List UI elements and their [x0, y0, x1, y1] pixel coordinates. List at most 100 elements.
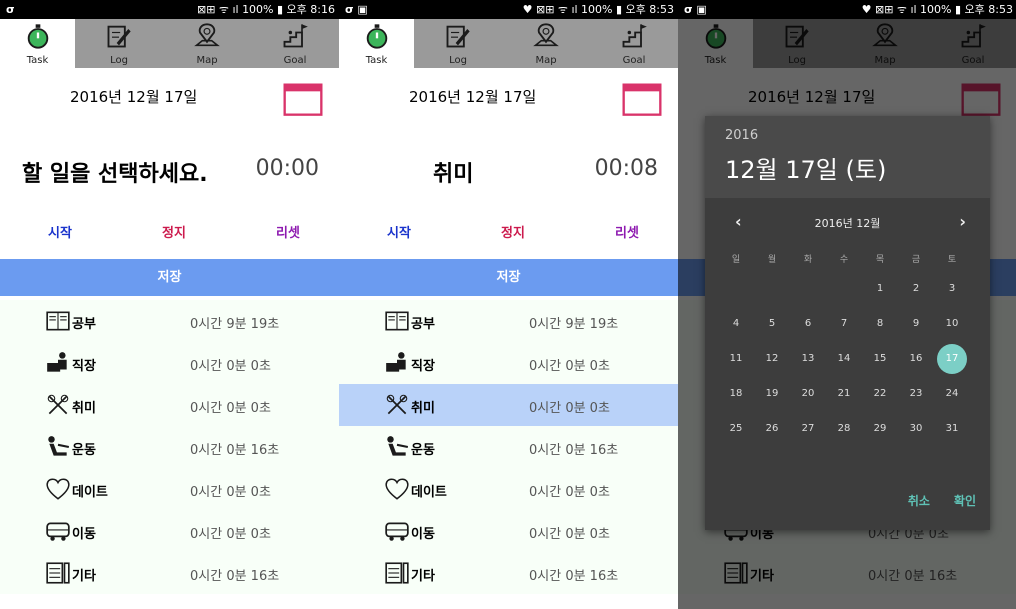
control-row: 시작 정지 리셋	[0, 222, 339, 252]
tab-label: Log	[449, 55, 467, 66]
category-name: 기타	[72, 569, 96, 584]
category-list: 공부 0시간 9분 19초 직장 0시간 0분 0초 취미 0시간 0분 0초 운동 0시간 …	[0, 300, 339, 594]
category-name: 이동	[72, 527, 96, 542]
category-list: 공부 0시간 9분 19초 직장 0시간 0분 0초 취미 0시간 0분 0초 운동 0시간 …	[339, 300, 678, 594]
dialog-selected-date: 12월 17일 (토)	[725, 156, 887, 184]
category-row-5[interactable]: 데이트 0시간 0분 0초	[0, 468, 339, 510]
calendar-day[interactable]: 5	[757, 309, 787, 339]
calendar-day[interactable]: 20	[793, 379, 823, 409]
tab-map[interactable]: Map	[163, 19, 251, 68]
category-row-4[interactable]: 운동 0시간 0분 16초	[339, 426, 678, 468]
stop-button[interactable]: 정지	[162, 222, 186, 241]
heart-icon	[45, 476, 71, 506]
calendar-icon[interactable]	[616, 78, 668, 122]
tab-log[interactable]: Log	[75, 19, 163, 68]
tools-hobby-icon	[45, 392, 71, 422]
month-navigation: 2016년 12월 ‹ ›	[705, 212, 990, 236]
category-row-5[interactable]: 데이트 0시간 0분 0초	[339, 468, 678, 510]
category-row-2[interactable]: 직장 0시간 0분 0초	[339, 342, 678, 384]
calendar-day[interactable]: 4	[721, 309, 751, 339]
reset-button[interactable]: 리셋	[276, 222, 300, 241]
tab-goal[interactable]: Goal	[251, 19, 339, 68]
phone-screen-2: σ ▣ ♥ ⊠⊞ ᯤ ıl 100% ▮ 오후 8:53 Task Log Map Goa…	[339, 0, 678, 609]
dialog-header: 2016 12월 17일 (토)	[705, 116, 990, 198]
stop-button[interactable]: 정지	[501, 222, 525, 241]
calendar-day[interactable]: 17	[937, 344, 967, 374]
task-title: 취미	[433, 162, 474, 187]
calendar-day[interactable]: 3	[937, 274, 967, 304]
weekday-header: 일월화수목금토	[721, 252, 977, 268]
calendar-day[interactable]: 12	[757, 344, 787, 374]
category-row-6[interactable]: 이동 0시간 0분 0초	[339, 510, 678, 552]
dialog-year[interactable]: 2016	[725, 128, 758, 143]
selected-date[interactable]: 2016년 12월 17일	[409, 86, 536, 107]
tab-task[interactable]: Task	[0, 19, 75, 68]
calendar-day[interactable]: 25	[721, 414, 751, 444]
cancel-button[interactable]: 취소	[908, 492, 930, 509]
calendar-day[interactable]: 27	[793, 414, 823, 444]
control-row: 시작 정지 리셋	[339, 222, 678, 252]
calendar-day[interactable]: 22	[865, 379, 895, 409]
calendar-day[interactable]: 2	[901, 274, 931, 304]
category-row-3[interactable]: 취미 0시간 0분 0초	[0, 384, 339, 426]
calendar-day[interactable]: 13	[793, 344, 823, 374]
category-row-7[interactable]: 기타 0시간 0분 16초	[0, 552, 339, 594]
calendar-day[interactable]: 8	[865, 309, 895, 339]
calendar-day[interactable]: 10	[937, 309, 967, 339]
prev-month-button[interactable]: ‹	[735, 212, 742, 231]
calendar-day[interactable]: 29	[865, 414, 895, 444]
category-row-1[interactable]: 공부 0시간 9분 19초	[0, 300, 339, 342]
category-time: 0시간 0분 16초	[529, 569, 619, 584]
calendar-day[interactable]: 11	[721, 344, 751, 374]
calendar-day[interactable]: 14	[829, 344, 859, 374]
calendar-day[interactable]: 7	[829, 309, 859, 339]
tab-log[interactable]: Log	[414, 19, 502, 68]
calendar-day[interactable]: 6	[793, 309, 823, 339]
category-row-6[interactable]: 이동 0시간 0분 0초	[0, 510, 339, 552]
category-row-3[interactable]: 취미 0시간 0분 0초	[339, 384, 678, 426]
category-row-1[interactable]: 공부 0시간 9분 19초	[339, 300, 678, 342]
stopwatch-icon	[363, 22, 391, 54]
tab-goal[interactable]: Goal	[590, 19, 678, 68]
status-right: ⊠⊞ ᯤ ıl 100% ▮ 오후 8:16	[196, 3, 335, 16]
start-button[interactable]: 시작	[48, 222, 72, 241]
selected-date[interactable]: 2016년 12월 17일	[70, 86, 197, 107]
calendar-day[interactable]: 15	[865, 344, 895, 374]
category-time: 0시간 0분 16초	[190, 443, 280, 458]
category-time: 0시간 9분 19초	[529, 317, 619, 332]
calendar-day[interactable]: 30	[901, 414, 931, 444]
category-row-4[interactable]: 운동 0시간 0분 16초	[0, 426, 339, 468]
category-name: 데이트	[411, 485, 447, 500]
category-row-2[interactable]: 직장 0시간 0분 0초	[0, 342, 339, 384]
calendar-day[interactable]: 28	[829, 414, 859, 444]
category-name: 데이트	[72, 485, 108, 500]
calendar-day[interactable]: 19	[757, 379, 787, 409]
calendar-day[interactable]: 31	[937, 414, 967, 444]
dialog-actions: 취소 확인	[884, 490, 976, 510]
tab-map[interactable]: Map	[502, 19, 590, 68]
save-button[interactable]: 저장	[339, 259, 678, 296]
next-month-button[interactable]: ›	[959, 212, 966, 231]
calendar-day[interactable]: 1	[865, 274, 895, 304]
ok-button[interactable]: 확인	[954, 492, 976, 509]
start-button[interactable]: 시작	[387, 222, 411, 241]
calendar-day[interactable]: 24	[937, 379, 967, 409]
calendar-day[interactable]: 9	[901, 309, 931, 339]
calendar-day[interactable]: 26	[757, 414, 787, 444]
category-row-7[interactable]: 기타 0시간 0분 16초	[339, 552, 678, 594]
calendar-day[interactable]: 23	[901, 379, 931, 409]
tab-task[interactable]: Task	[339, 19, 414, 68]
weekday-label: 월	[767, 255, 777, 265]
calendar-day[interactable]: 21	[829, 379, 859, 409]
reset-button[interactable]: 리셋	[615, 222, 639, 241]
book-icon	[384, 308, 410, 338]
map-pin-icon	[193, 22, 221, 54]
task-row: 할 일을 선택하세요. 00:00	[0, 140, 339, 200]
category-time: 0시간 0분 16초	[190, 569, 280, 584]
status-right: ♥ ⊠⊞ ᯤ ıl 100% ▮ 오후 8:53	[861, 3, 1013, 16]
calendar-day[interactable]: 16	[901, 344, 931, 374]
calendar-icon[interactable]	[277, 78, 329, 122]
bus-icon	[384, 518, 410, 548]
save-button[interactable]: 저장	[0, 259, 339, 296]
calendar-day[interactable]: 18	[721, 379, 751, 409]
